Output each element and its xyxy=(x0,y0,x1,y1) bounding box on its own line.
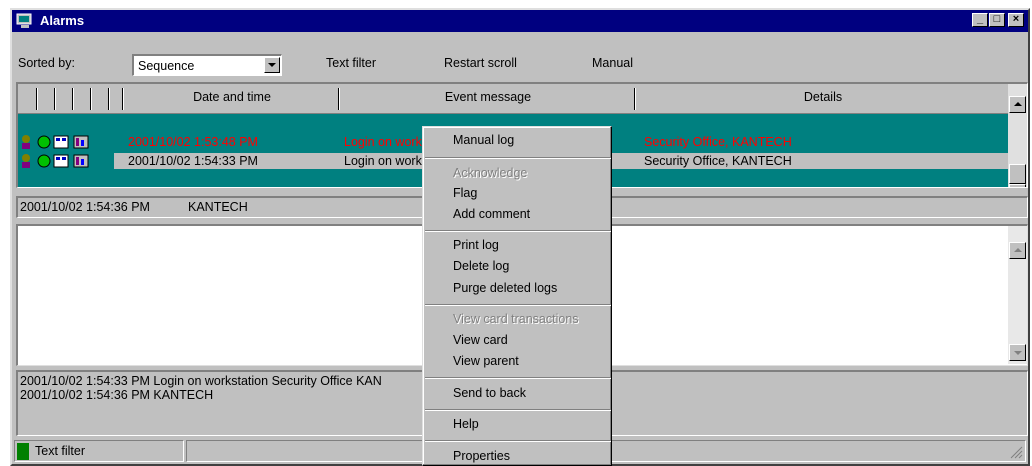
menu-item-view-card[interactable]: View card xyxy=(453,333,508,347)
column-divider[interactable] xyxy=(108,88,110,110)
list-scrollbar[interactable] xyxy=(1008,84,1027,187)
controller-icon xyxy=(73,154,89,168)
column-header-details[interactable]: Details xyxy=(638,90,1008,104)
menu-item-help[interactable]: Help xyxy=(453,417,479,431)
sort-select[interactable]: Sequence xyxy=(132,54,282,76)
row-event-message: Login on work xyxy=(344,135,422,149)
list-header: Date and time Event message Details xyxy=(18,84,1008,114)
column-header-event-message[interactable]: Event message xyxy=(342,90,634,104)
menu-item-print-log[interactable]: Print log xyxy=(453,238,499,252)
menu-item-send-to-back[interactable]: Send to back xyxy=(453,386,526,400)
person-icon xyxy=(22,135,30,149)
scroll-down-button[interactable] xyxy=(1009,184,1026,187)
person-icon xyxy=(22,154,30,168)
menu-item-view-parent[interactable]: View parent xyxy=(453,354,519,368)
menu-separator xyxy=(425,377,611,379)
column-divider[interactable] xyxy=(338,88,340,110)
menu-separator xyxy=(425,157,611,159)
menu-item-add-comment[interactable]: Add comment xyxy=(453,207,530,221)
minimize-button[interactable]: _ xyxy=(972,13,988,27)
door-icon xyxy=(53,135,69,149)
scroll-down-button[interactable] xyxy=(1009,344,1026,361)
info-user: KANTECH xyxy=(188,200,248,214)
sort-select-value: Sequence xyxy=(138,59,195,73)
status-indicator-icon xyxy=(17,443,29,460)
column-divider[interactable] xyxy=(122,88,124,110)
down-arrow-icon xyxy=(1013,350,1022,355)
row-status-icons xyxy=(22,135,89,149)
close-button[interactable]: × xyxy=(1008,13,1024,27)
toolbar: Sorted by: Sequence Text filter Restart … xyxy=(12,36,1028,78)
title-bar[interactable]: Alarms _ □ × xyxy=(12,10,1028,32)
menu-item-view-card-transactions[interactable]: View card transactions xyxy=(453,312,579,326)
app-monitor-icon xyxy=(16,13,32,28)
controller-icon xyxy=(73,135,89,149)
column-divider[interactable] xyxy=(36,88,38,110)
log-line: 2001/10/02 1:54:36 PM KANTECH xyxy=(20,388,214,402)
green-status-icon xyxy=(37,154,51,168)
menu-separator xyxy=(425,440,611,442)
scroll-up-button[interactable] xyxy=(1009,96,1026,113)
door-icon xyxy=(53,154,69,168)
restart-scroll-button[interactable]: Restart scroll xyxy=(444,56,517,70)
maximize-button[interactable]: □ xyxy=(989,13,1005,27)
sorted-by-label: Sorted by: xyxy=(18,56,75,70)
menu-separator xyxy=(425,409,611,411)
menu-separator xyxy=(425,304,611,306)
resize-grip-icon[interactable] xyxy=(1009,445,1023,459)
scroll-thumb[interactable] xyxy=(1009,164,1026,184)
menu-item-delete-log[interactable]: Delete log xyxy=(453,259,509,273)
chevron-down-icon xyxy=(268,63,276,67)
sort-dropdown-button[interactable] xyxy=(264,57,280,73)
context-menu: Manual log Acknowledge Flag Add comment … xyxy=(422,126,612,466)
manual-button[interactable]: Manual xyxy=(592,56,633,70)
row-details: Security Office, KANTECH xyxy=(644,135,792,149)
up-arrow-icon xyxy=(1013,101,1022,106)
green-status-icon xyxy=(37,135,51,149)
column-divider[interactable] xyxy=(54,88,56,110)
details-scrollbar[interactable] xyxy=(1008,226,1027,364)
info-date-time: 2001/10/02 1:54:36 PM xyxy=(20,200,150,214)
window-title: Alarms xyxy=(40,13,85,28)
menu-item-acknowledge[interactable]: Acknowledge xyxy=(453,166,527,180)
status-text-filter-label: Text filter xyxy=(35,444,86,458)
column-divider[interactable] xyxy=(72,88,74,110)
log-line: 2001/10/02 1:54:33 PM Login on workstati… xyxy=(20,374,382,388)
menu-item-flag[interactable]: Flag xyxy=(453,186,477,200)
column-header-date-time[interactable]: Date and time xyxy=(126,90,338,104)
scroll-up-button[interactable] xyxy=(1009,242,1026,259)
up-arrow-icon xyxy=(1013,247,1022,252)
status-text-filter[interactable]: Text filter xyxy=(14,440,184,462)
column-divider[interactable] xyxy=(634,88,636,110)
menu-item-properties[interactable]: Properties xyxy=(453,449,510,463)
row-date-time: 2001/10/02 1:54:33 PM xyxy=(128,154,258,168)
menu-item-purge-deleted-logs[interactable]: Purge deleted logs xyxy=(453,281,557,295)
menu-item-manual-log[interactable]: Manual log xyxy=(453,133,514,147)
menu-separator xyxy=(425,230,611,232)
text-filter-button[interactable]: Text filter xyxy=(326,56,376,70)
row-date-time: 2001/10/02 1:53:48 PM xyxy=(128,135,258,149)
row-event-message: Login on work xyxy=(344,154,422,168)
row-status-icons xyxy=(22,154,89,168)
row-details: Security Office, KANTECH xyxy=(644,154,792,168)
column-divider[interactable] xyxy=(90,88,92,110)
